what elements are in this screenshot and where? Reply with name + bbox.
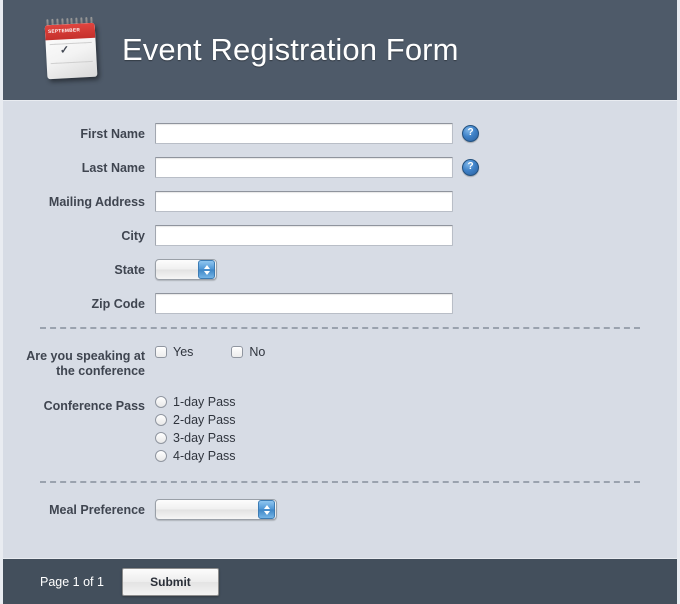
checkbox-label-no: No xyxy=(249,345,266,359)
label-speaking: Are you speaking at the conference xyxy=(3,345,155,379)
calendar-icon: SEPTEMBER ✓ xyxy=(38,14,103,85)
field-row-zip-code: Zip Code xyxy=(3,293,677,314)
speaking-checkbox-group: Yes No xyxy=(155,345,303,359)
checkbox-option-yes[interactable]: Yes xyxy=(155,345,193,359)
field-row-conference-pass: Conference Pass 1-day Pass 2-day Pass 3-… xyxy=(3,395,677,467)
checkbox-option-no[interactable]: No xyxy=(231,345,265,359)
radio-option-1-day[interactable]: 1-day Pass xyxy=(155,395,236,409)
page-indicator: Page 1 of 1 xyxy=(40,574,104,589)
radio-label-3-day: 3-day Pass xyxy=(173,431,236,445)
chevron-up-icon xyxy=(263,504,270,509)
radio-3-day[interactable] xyxy=(155,432,167,444)
label-state: State xyxy=(114,263,145,277)
field-row-meal-preference: Meal Preference xyxy=(3,499,677,520)
radio-label-1-day: 1-day Pass xyxy=(173,395,236,409)
section-divider-1 xyxy=(40,327,640,329)
label-zip-code: Zip Code xyxy=(91,297,145,311)
radio-label-4-day: 4-day Pass xyxy=(173,449,236,463)
radio-label-2-day: 2-day Pass xyxy=(173,413,236,427)
submit-button[interactable]: Submit xyxy=(121,567,219,596)
first-name-input[interactable] xyxy=(155,123,453,144)
page-header: SEPTEMBER ✓ Event Registration Form xyxy=(3,0,677,101)
last-name-input[interactable] xyxy=(155,157,453,178)
page-footer: Page 1 of 1 Submit xyxy=(3,558,677,604)
field-row-first-name: First Name ? xyxy=(3,123,677,144)
radio-option-4-day[interactable]: 4-day Pass xyxy=(155,449,236,463)
form-page: SEPTEMBER ✓ Event Registration Form Firs… xyxy=(0,0,680,604)
meal-preference-stepper-icon[interactable] xyxy=(258,500,275,519)
meal-preference-select[interactable] xyxy=(155,499,277,520)
state-select[interactable] xyxy=(155,259,217,280)
radio-option-2-day[interactable]: 2-day Pass xyxy=(155,413,236,427)
help-icon-first-name[interactable]: ? xyxy=(462,125,479,142)
field-row-mailing-address: Mailing Address xyxy=(3,191,677,212)
radio-1-day[interactable] xyxy=(155,396,167,408)
label-first-name: First Name xyxy=(80,127,145,141)
label-mailing-address: Mailing Address xyxy=(48,195,145,209)
section-divider-2 xyxy=(40,481,640,483)
radio-4-day[interactable] xyxy=(155,450,167,462)
field-row-speaking: Are you speaking at the conference Yes N… xyxy=(3,345,677,379)
checkbox-yes[interactable] xyxy=(155,346,167,358)
checkbox-label-yes: Yes xyxy=(173,345,194,359)
calendar-grid xyxy=(49,41,94,76)
zip-code-input[interactable] xyxy=(155,293,453,314)
calendar-month-label: SEPTEMBER xyxy=(47,27,81,35)
radio-2-day[interactable] xyxy=(155,414,167,426)
label-meal-preference: Meal Preference xyxy=(49,503,145,517)
radio-option-3-day[interactable]: 3-day Pass xyxy=(155,431,236,445)
checkbox-no[interactable] xyxy=(231,346,244,358)
chevron-down-icon xyxy=(263,510,270,515)
city-input[interactable] xyxy=(155,225,453,246)
label-last-name: Last Name xyxy=(81,161,145,175)
field-row-city: City xyxy=(3,225,677,246)
mailing-address-input[interactable] xyxy=(155,191,453,212)
field-row-state: State xyxy=(3,259,677,280)
label-speaking-line1: Are you speaking at xyxy=(26,349,145,363)
field-row-last-name: Last Name ? xyxy=(3,157,677,178)
conference-pass-radio-group: 1-day Pass 2-day Pass 3-day Pass 4-day P… xyxy=(155,395,236,467)
chevron-down-icon xyxy=(203,270,210,275)
state-select-stepper-icon[interactable] xyxy=(198,260,215,279)
page-title: Event Registration Form xyxy=(122,32,459,67)
chevron-up-icon xyxy=(203,264,210,269)
help-icon-last-name[interactable]: ? xyxy=(462,159,479,176)
label-conference-pass: Conference Pass xyxy=(43,399,145,413)
label-speaking-line2: the conference xyxy=(56,364,145,378)
form-body: First Name ? Last Name ? Mailing Address… xyxy=(3,101,677,558)
calendar-body: SEPTEMBER ✓ xyxy=(44,22,98,80)
calendar-header-band: SEPTEMBER xyxy=(44,22,96,41)
calendar-checkmark-icon: ✓ xyxy=(59,44,70,57)
label-city: City xyxy=(121,229,145,243)
